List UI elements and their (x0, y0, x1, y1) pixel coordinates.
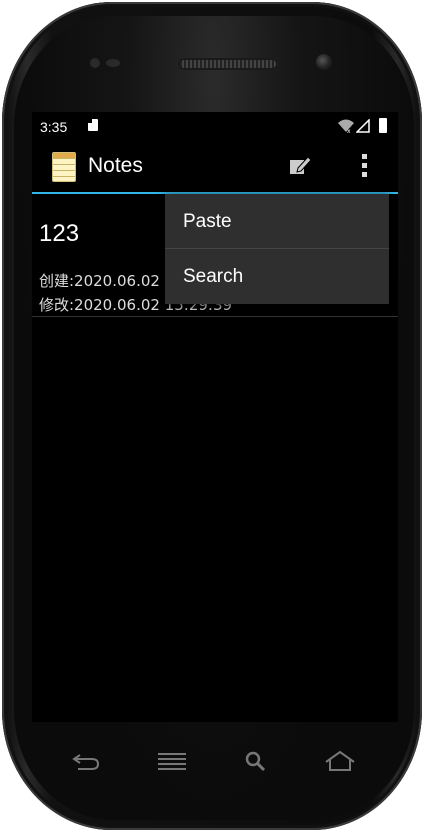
overflow-popup-menu: Paste Search (165, 194, 389, 304)
home-icon[interactable] (324, 748, 356, 774)
notes-app-icon[interactable] (52, 152, 76, 182)
light-sensor (106, 59, 120, 67)
battery-icon (379, 118, 387, 133)
menu-item-paste[interactable]: Paste (165, 194, 389, 249)
signal-icon (356, 119, 370, 133)
back-icon[interactable] (70, 748, 102, 774)
hardware-nav-bar (32, 730, 398, 790)
app-title: Notes (88, 154, 143, 177)
sd-card-icon (88, 119, 98, 131)
svg-text:x: x (347, 128, 351, 133)
search-icon[interactable] (240, 748, 272, 774)
note-created-date: 创建:2020.06.02 (39, 272, 160, 290)
menu-item-search[interactable]: Search (165, 249, 389, 304)
note-title: 123 (39, 220, 80, 247)
menu-icon[interactable] (156, 748, 188, 774)
earpiece-speaker (178, 58, 278, 70)
status-bar: 3:35 x (32, 112, 398, 140)
action-bar: Notes (32, 140, 398, 192)
front-camera (316, 54, 332, 70)
overflow-menu-icon[interactable] (362, 154, 368, 180)
proximity-sensor (90, 58, 100, 68)
status-time: 3:35 (40, 119, 68, 135)
compose-icon[interactable] (288, 154, 312, 178)
wifi-icon: x (338, 119, 354, 133)
device-screen: 3:35 x Notes 123 创建:2020.06.02 修改:2020.0… (32, 112, 398, 722)
